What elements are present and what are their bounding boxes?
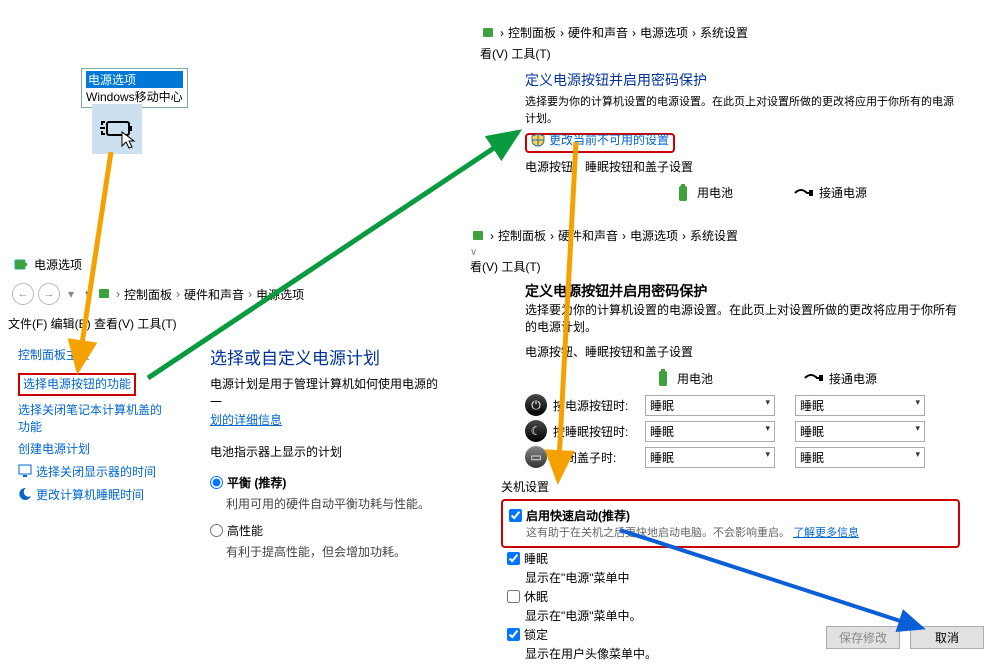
select-lid-ac[interactable]: 睡眠▾	[795, 447, 925, 468]
mouse-cursor-icon	[120, 130, 142, 152]
chk-fast-startup[interactable]: 启用快速启动(推荐) 这有助于在关机之后更快地启动电脑。不会影响重启。 了解更多…	[509, 507, 952, 540]
page-heading: 选择或自定义电源计划	[210, 344, 445, 369]
plan-list-label: 电池指示器上显示的计划	[210, 443, 445, 460]
menubar[interactable]: 看(V) 工具(T)	[470, 43, 985, 64]
chevron-down-icon: ▾	[915, 449, 920, 466]
chevron-down-icon: ▾	[915, 423, 920, 440]
nav-back-icon[interactable]: ←	[12, 283, 34, 305]
battery-icon	[675, 183, 691, 203]
battery-icon	[470, 228, 486, 244]
save-button[interactable]: 保存修改	[826, 626, 900, 649]
chevron-down-icon: ▾	[765, 397, 770, 414]
panel-title: 定义电源按钮并启用密码保护	[525, 70, 955, 90]
sidebar-link-create-plan[interactable]: 创建电源计划	[18, 441, 162, 458]
chk-sleep[interactable]: 睡眠	[507, 550, 960, 567]
button-options: ⏻按电源按钮时: 睡眠▾ 睡眠▾ ☾按睡眠按钮时: 睡眠▾ 睡眠▾ ▭关闭盖子时…	[525, 394, 960, 468]
power-button-icon: ⏻	[525, 394, 547, 416]
select-sleep-ac[interactable]: 睡眠▾	[795, 421, 925, 442]
monitor-icon	[18, 464, 32, 478]
chk-hibernate[interactable]: 休眠	[507, 588, 960, 605]
menubar[interactable]: 看(V) 工具(T)	[470, 258, 990, 275]
breadcrumb: ← → ▾ ↑ ›控制面板 ›硬件和声音 ›电源选项	[0, 277, 455, 311]
breadcrumb: ›控制面板 ›硬件和声音 ›电源选项 ›系统设置 ∨	[470, 227, 990, 258]
sidebar-link-sleep-time[interactable]: 更改计算机睡眠时间	[18, 487, 162, 504]
system-settings-panel-locked: ›控制面板 ›硬件和声音 ›电源选项 ›系统设置 看(V) 工具(T) 定义电源…	[470, 22, 985, 209]
col-battery: 用电池	[675, 183, 733, 203]
breadcrumb: ›控制面板 ›硬件和声音 ›电源选项 ›系统设置	[470, 22, 985, 43]
panel-desc: 选择要为你的计算机设置的电源设置。在此页上对设置所做的更改将应用于你所有的电源计…	[525, 301, 960, 335]
change-unavailable-link[interactable]: 更改当前不可用的设置	[531, 131, 669, 148]
footer-buttons: 保存修改 取消	[826, 626, 984, 649]
col-ac: 接通电源	[803, 368, 877, 388]
main-content: 选择或自定义电源计划 电源计划是用于管理计算机如何使用电源的一划的详细信息 电池…	[200, 336, 455, 578]
fast-startup-learn-link[interactable]: 了解更多信息	[793, 527, 859, 539]
menu-item-power-options[interactable]: 电源选项	[86, 71, 183, 88]
chevron-down-icon: ▾	[765, 449, 770, 466]
select-power-battery[interactable]: 睡眠▾	[645, 395, 775, 416]
shield-icon	[531, 133, 545, 147]
battery-icon	[655, 368, 671, 388]
select-sleep-battery[interactable]: 睡眠▾	[645, 421, 775, 442]
moon-icon	[18, 487, 32, 501]
menu-item-mobility-center[interactable]: Windows移动中心	[86, 88, 183, 105]
panel-title: 定义电源按钮并启用密码保护	[525, 281, 960, 301]
sidebar-link-power-button[interactable]: 选择电源按钮的功能	[18, 373, 162, 396]
plug-icon	[803, 372, 823, 384]
tray-context-menu: 电源选项 Windows移动中心	[81, 68, 188, 108]
menubar[interactable]: 文件(F) 编辑(E) 查看(V) 工具(T)	[0, 311, 455, 336]
battery-icon	[12, 257, 28, 273]
sidebar-link-lid-close[interactable]: 选择关闭笔记本计算机盖的功能	[18, 402, 162, 436]
battery-icon	[96, 286, 112, 302]
power-options-panel: 电源选项 ← → ▾ ↑ ›控制面板 ›硬件和声音 ›电源选项 文件(F) 编辑…	[0, 252, 455, 578]
battery-icon	[480, 25, 496, 41]
select-lid-battery[interactable]: 睡眠▾	[645, 447, 775, 468]
panel-desc: 选择要为你的计算机设置的电源设置。在此页上对设置所做的更改将应用于你所有的电源计…	[525, 94, 955, 127]
chevron-down-icon: ▾	[915, 397, 920, 414]
select-power-ac[interactable]: 睡眠▾	[795, 395, 925, 416]
shutdown-settings-label: 关机设置	[501, 478, 960, 495]
sidebar-home[interactable]: 控制面板主页	[18, 346, 162, 363]
chevron-down-icon: ▾	[765, 423, 770, 440]
panel-title: 电源选项	[34, 256, 82, 273]
cancel-button[interactable]: 取消	[910, 626, 984, 649]
plug-icon	[793, 187, 813, 199]
radio-highperf[interactable]: 高性能	[210, 522, 445, 539]
radio-balanced[interactable]: 平衡 (推荐)	[210, 474, 445, 491]
col-battery: 用电池	[655, 368, 713, 388]
section-label: 电源按钮、睡眠按钮和盖子设置	[525, 343, 960, 360]
sleep-button-icon: ☾	[525, 420, 547, 442]
plan-details-link[interactable]: 划的详细信息	[210, 413, 282, 427]
sidebar: 控制面板主页 选择电源按钮的功能 选择关闭笔记本计算机盖的功能 创建电源计划 选…	[0, 336, 180, 520]
lid-icon: ▭	[525, 446, 547, 468]
sidebar-link-display-off[interactable]: 选择关闭显示器的时间	[18, 464, 162, 481]
section-label: 电源按钮、睡眠按钮和盖子设置	[525, 158, 955, 175]
system-settings-panel-unlocked: ›控制面板 ›硬件和声音 ›电源选项 ›系统设置 ∨ 看(V) 工具(T) 定义…	[470, 227, 990, 668]
col-ac: 接通电源	[793, 183, 867, 203]
nav-fwd-icon[interactable]: →	[38, 283, 60, 305]
